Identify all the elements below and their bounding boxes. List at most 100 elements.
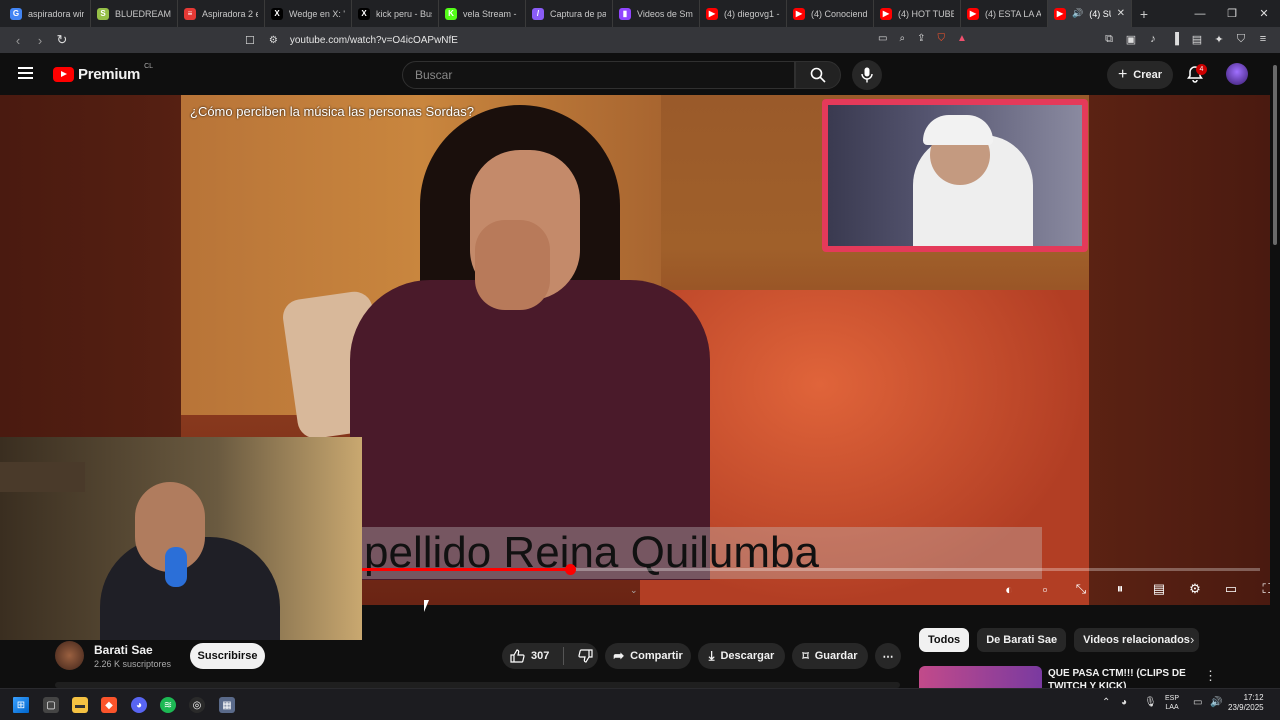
related-video-menu-icon[interactable]: ⋮	[1204, 668, 1217, 684]
more-actions-button[interactable]: ⋯	[875, 643, 901, 669]
bookmark-icon[interactable]: ☐	[245, 34, 255, 47]
browser-tab[interactable]: Kvela Stream - Vi	[439, 0, 526, 27]
browser-tab[interactable]: / Captura de pant	[526, 0, 613, 27]
tab-title: (4) ESTA LA AP	[985, 8, 1041, 19]
tab-title: Aspiradora 2 en	[202, 8, 258, 19]
back-button[interactable]: ‹	[8, 30, 28, 50]
brave-rewards-icon[interactable]: ▲	[957, 33, 967, 44]
related-video-title[interactable]: QUE PASA CTM!!! (CLIPS DE TWITCH Y KICK)	[1048, 667, 1188, 688]
microphone-tray-icon[interactable]: 🎙	[1144, 697, 1157, 708]
file-explorer-icon[interactable]: ▬	[72, 697, 88, 713]
minimize-player-icon[interactable]: ⤡	[1072, 581, 1090, 597]
plus-icon: +	[1117, 66, 1128, 83]
browser-tab[interactable]: X Wedge en X: "V	[265, 0, 352, 27]
page-scrollbar[interactable]	[1270, 53, 1280, 688]
related-video-thumbnail[interactable]	[919, 666, 1042, 688]
browser-tab[interactable]: ▮ Videos de Smith	[613, 0, 700, 27]
scrubber-handle[interactable]	[565, 564, 576, 575]
scrollbar-thumb[interactable]	[1273, 65, 1277, 245]
address-bar: ‹ › ↻ ☐ ⚙ youtube.com/watch?v=O4icOAPwNf…	[0, 27, 1280, 53]
create-button[interactable]: + Crear	[1107, 61, 1173, 89]
browser-tab[interactable]: ▶ (4) ESTA LA AP	[961, 0, 1048, 27]
browser-tab[interactable]: ▶ (4) Conociendo	[787, 0, 874, 27]
extensions-icon[interactable]: ⧉	[1102, 31, 1116, 47]
thumbs-down-icon[interactable]	[578, 649, 593, 663]
voice-search-button[interactable]	[852, 60, 882, 90]
discord-tray-icon[interactable]: ◕	[1121, 697, 1127, 708]
volume-icon[interactable]: 🔊	[1210, 697, 1222, 708]
reload-button[interactable]: ↻	[52, 30, 72, 50]
brave-shield-icon[interactable]: ⛉	[937, 33, 945, 44]
wallet-icon[interactable]: ▣	[1124, 31, 1138, 47]
calculator-icon[interactable]: ▦	[219, 697, 235, 713]
browser-tab-active[interactable]: ▶ 🔊 (4) SUB ✕	[1048, 0, 1132, 27]
discord-icon[interactable]: ◕	[131, 697, 147, 713]
close-window-button[interactable]: ✕	[1248, 0, 1280, 27]
progress-bar[interactable]	[362, 564, 1260, 575]
shield-icon[interactable]: ⛉	[1234, 31, 1248, 47]
forward-button[interactable]: ›	[30, 30, 50, 50]
subscribe-button[interactable]: Suscribirse	[190, 643, 265, 669]
hd-icon[interactable]: ▫	[1036, 581, 1054, 597]
brave-browser-icon[interactable]: ◆	[101, 697, 117, 713]
channel-avatar[interactable]	[55, 641, 84, 670]
windows-start-icon[interactable]: ⊞	[13, 697, 29, 713]
subtitles-icon[interactable]: ▤	[1150, 581, 1168, 597]
tab-favicon-icon: ▶	[967, 7, 979, 20]
like-button[interactable]: 307	[510, 649, 549, 663]
search-button[interactable]	[795, 61, 841, 89]
tab-audio-icon[interactable]: 🔊	[1072, 8, 1083, 19]
filter-chip[interactable]: De Barati Sae	[977, 628, 1067, 652]
theater-mode-icon[interactable]: ▭	[1222, 581, 1240, 597]
channel-name[interactable]: Barati Sae	[94, 643, 171, 657]
save-button[interactable]: ⌑ Guardar	[792, 643, 868, 669]
browser-tab[interactable]: Gaspiradora wirele	[4, 0, 91, 27]
share-button[interactable]: ➦ Compartir	[605, 643, 691, 669]
show-hidden-icons-icon[interactable]: ⌃	[1102, 697, 1110, 708]
search-input[interactable]: Buscar	[402, 61, 795, 89]
tab-favicon-icon: ▶	[880, 7, 892, 20]
system-clock[interactable]: 17:12 23/9/2025	[1228, 693, 1264, 713]
chevron-down-icon[interactable]: ⌄	[630, 585, 638, 596]
account-avatar[interactable]	[1226, 63, 1248, 85]
site-settings-icon[interactable]: ⚙	[269, 35, 278, 46]
sidebar-icon[interactable]: ▐	[1168, 31, 1182, 47]
menu-icon[interactable]: ≡	[1256, 31, 1270, 47]
vpn-icon[interactable]: ▤	[1190, 31, 1204, 47]
leo-ai-icon[interactable]: ✦	[1212, 31, 1226, 47]
autoplay-toggle[interactable]: ◐	[1000, 581, 1018, 597]
music-icon[interactable]: ♪	[1146, 31, 1160, 47]
cast-icon[interactable]: ▭	[878, 33, 887, 44]
zoom-icon[interactable]: ⌕	[899, 33, 905, 44]
download-button[interactable]: ⤓ Descargar	[698, 643, 785, 669]
browser-tab[interactable]: ▶ (4) diegovg1 -	[700, 0, 787, 27]
restore-button[interactable]: ❐	[1216, 0, 1248, 27]
tab-title: Wedge en X: "V	[289, 8, 345, 19]
guide-menu-icon[interactable]	[18, 67, 33, 79]
display-tray-icon[interactable]: ▭	[1193, 697, 1202, 708]
close-tab-icon[interactable]: ✕	[1117, 8, 1125, 19]
new-tab-button[interactable]: +	[1132, 0, 1156, 27]
share-page-icon[interactable]: ⇪	[917, 33, 925, 44]
youtube-logo[interactable]: Premium CL	[53, 63, 153, 83]
settings-gear-icon[interactable]: ⚙	[1186, 581, 1204, 597]
chevron-right-icon[interactable]: ›	[1190, 632, 1194, 647]
steam-icon[interactable]: ◎	[189, 697, 205, 713]
language-code: ESP	[1165, 695, 1180, 702]
tab-title: vela Stream - Vi	[463, 8, 519, 19]
video-title-overlay: ¿Cómo perciben la música las personas So…	[190, 104, 474, 119]
task-view-icon[interactable]: ▢	[43, 697, 59, 713]
spotify-icon[interactable]: ≋	[160, 697, 176, 713]
tab-title: (4) diegovg1 -	[724, 8, 780, 19]
browser-tab[interactable]: Xkick peru - Busc	[352, 0, 439, 27]
input-language[interactable]: ESP LAA	[1165, 694, 1179, 712]
autoplay-pause-toggle[interactable]: ⏸	[1108, 581, 1132, 597]
minimize-button[interactable]: —	[1184, 0, 1216, 27]
browser-tab[interactable]: ≡ Aspiradora 2 en	[178, 0, 265, 27]
tab-favicon-icon: X	[358, 7, 370, 20]
filter-chip[interactable]: Todos	[919, 628, 970, 652]
filter-chip[interactable]: Videos relacionados	[1074, 628, 1199, 652]
browser-tab[interactable]: S BLUEDREAMER	[91, 0, 178, 27]
tab-favicon-icon: ≡	[184, 7, 196, 20]
browser-tab[interactable]: ▶ (4) HOT TUBE E	[874, 0, 961, 27]
